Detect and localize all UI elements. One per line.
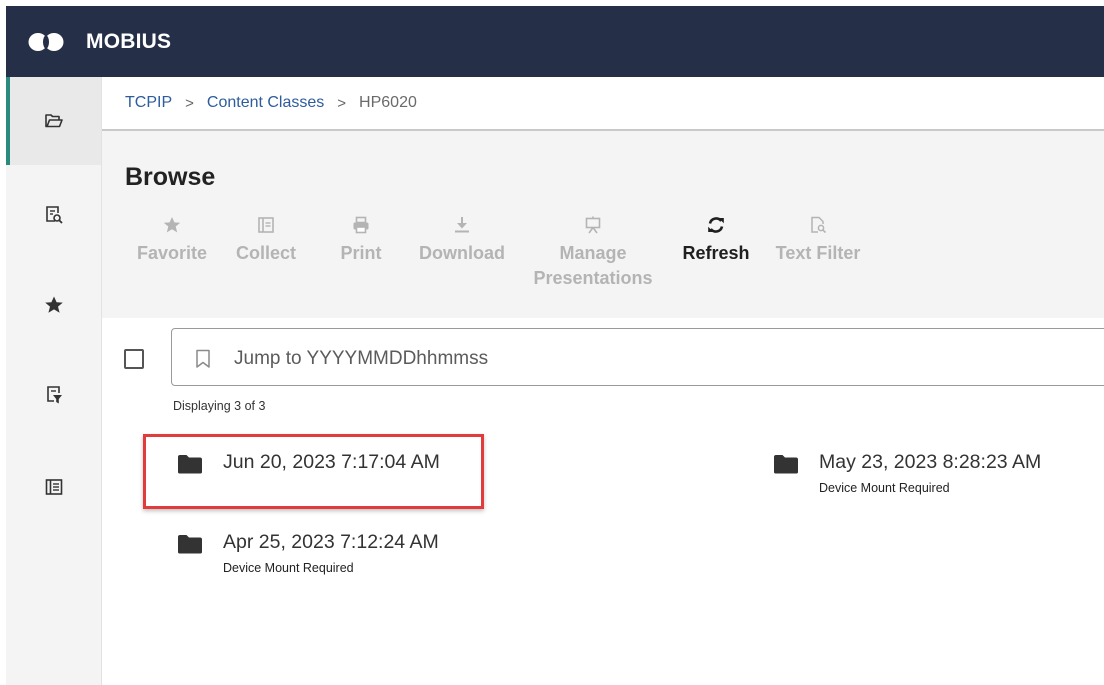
favorite-button[interactable]: Favorite <box>134 215 210 266</box>
sidebar-item-search[interactable] <box>6 171 101 259</box>
collect-icon <box>258 217 274 233</box>
result-title: Apr 25, 2023 7:12:24 AM <box>223 531 439 553</box>
breadcrumb-separator: > <box>185 94 194 112</box>
jump-to-input[interactable] <box>232 345 936 373</box>
sidebar <box>6 77 102 685</box>
result-item[interactable]: Apr 25, 2023 7:12:24 AM Device Mount Req… <box>177 531 467 577</box>
download-icon <box>455 217 469 233</box>
manage-presentations-button[interactable]: Manage Presentations <box>526 215 660 291</box>
breadcrumb: TCPIP > Content Classes > HP6020 <box>125 94 417 112</box>
breadcrumb-item-tcpip[interactable]: TCPIP <box>125 94 172 112</box>
star-icon <box>163 217 181 233</box>
mobius-logo-icon <box>28 33 64 51</box>
sidebar-item-reports[interactable] <box>6 443 101 531</box>
print-button[interactable]: Print <box>334 215 388 266</box>
folder-icon <box>774 455 798 474</box>
breadcrumb-item-current: HP6020 <box>359 94 417 111</box>
sidebar-item-filters[interactable] <box>6 351 101 439</box>
refresh-icon <box>708 217 724 233</box>
sidebar-item-favorites[interactable] <box>6 261 101 349</box>
download-label: Download <box>419 243 505 263</box>
result-subtitle: Device Mount Required <box>223 561 354 575</box>
report-icon <box>45 479 62 495</box>
collect-label: Collect <box>235 243 296 263</box>
print-icon <box>353 216 369 234</box>
refresh-button[interactable]: Refresh <box>678 215 754 266</box>
document-search-icon <box>45 206 63 224</box>
refresh-label: Refresh <box>682 243 750 263</box>
folder-open-icon <box>44 114 63 128</box>
download-button[interactable]: Download <box>414 215 510 266</box>
browse-panel: Browse Favorite Collect Print Download M… <box>102 131 1104 318</box>
jump-box <box>171 328 1104 386</box>
star-icon <box>44 296 63 313</box>
highlight-box <box>143 434 484 509</box>
result-title: May 23, 2023 8:28:23 AM <box>819 451 1042 473</box>
print-label: Print <box>340 243 382 263</box>
text-filter-button[interactable]: Text Filter <box>770 215 866 266</box>
breadcrumb-bar: TCPIP > Content Classes > HP6020 <box>102 77 1104 131</box>
collect-button[interactable]: Collect <box>230 215 302 266</box>
app-title: MOBIUS <box>86 30 172 53</box>
result-item[interactable]: May 23, 2023 8:28:23 AM Device Mount Req… <box>773 451 1063 497</box>
sidebar-item-browse[interactable] <box>6 77 101 165</box>
text-filter-icon <box>811 216 827 234</box>
filter-list-icon <box>46 386 62 404</box>
page-title: Browse <box>125 163 216 191</box>
favorite-label: Favorite <box>136 243 208 263</box>
select-all-checkbox[interactable] <box>124 349 144 369</box>
bookmark-icon <box>196 349 210 368</box>
manage-label: Manage <box>559 243 627 263</box>
folder-icon <box>178 535 202 554</box>
app-header: MOBIUS <box>6 6 1104 77</box>
breadcrumb-separator: > <box>337 94 347 112</box>
text-filter-label: Text Filter <box>775 243 861 263</box>
result-subtitle: Device Mount Required <box>819 481 950 495</box>
presentations-label: Presentations <box>533 268 653 288</box>
presentation-icon <box>585 216 601 234</box>
display-count: Displaying 3 of 3 <box>173 399 266 413</box>
breadcrumb-item-content-classes[interactable]: Content Classes <box>207 94 324 112</box>
